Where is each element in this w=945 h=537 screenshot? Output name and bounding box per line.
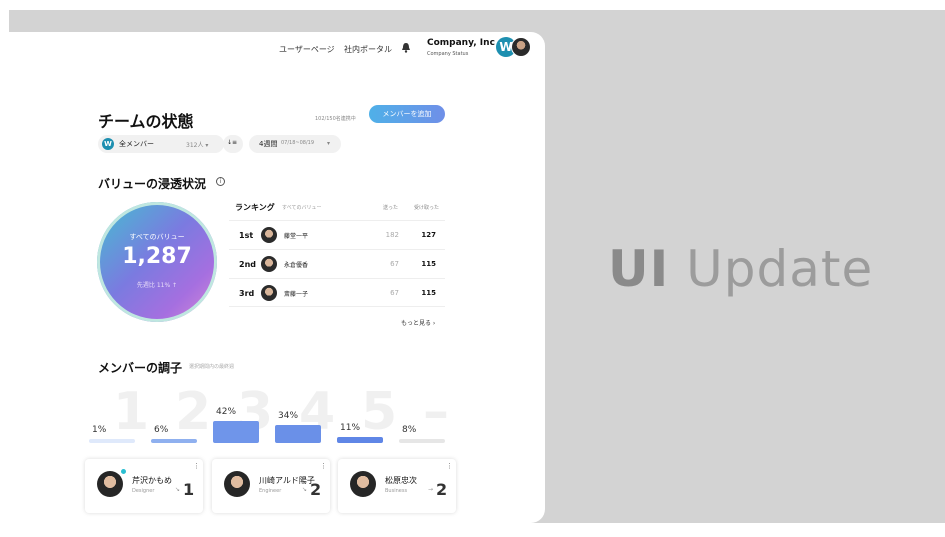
ranking-row[interactable]: 1st 藤堂一平 182 127	[229, 220, 445, 249]
condition-bar-label: 42%	[216, 407, 237, 417]
rank-position: 2nd	[239, 260, 256, 269]
ranking-row[interactable]: 3rd 斎藤一子 67 115	[229, 278, 445, 307]
member-score: 2	[310, 480, 322, 499]
status-dot	[119, 467, 128, 476]
avatar	[261, 256, 277, 272]
condition-bar-label: 8%	[402, 425, 417, 435]
user-avatar[interactable]	[511, 37, 531, 57]
company-status: Company Status	[427, 51, 469, 57]
circle-label: すべてのバリュー	[129, 233, 185, 241]
portal-link[interactable]: 社内ポータル	[344, 44, 392, 55]
condition-bar[interactable]	[337, 437, 383, 443]
condition-bar[interactable]	[151, 439, 197, 443]
condition-bar[interactable]	[89, 439, 135, 443]
avatar	[261, 227, 277, 243]
member-role: Business	[385, 488, 408, 494]
arrow-right-icon: ↘	[302, 486, 308, 493]
member-score: 1	[183, 480, 195, 499]
info-icon[interactable]: i	[216, 177, 225, 186]
value-total-circle[interactable]: すべてのバリュー 1,287 先週比 11% ↑	[97, 202, 217, 322]
rank-received: 115	[421, 260, 436, 268]
col-sent: 送った	[383, 205, 399, 211]
add-member-button[interactable]: メンバーを追加	[369, 105, 445, 123]
member-count: 312人 ▾	[186, 142, 209, 149]
condition-bar[interactable]	[213, 421, 259, 443]
rank-name: 藤堂一平	[284, 233, 309, 240]
user-page-link[interactable]: ユーザーページ	[279, 44, 335, 55]
rank-received: 127	[421, 231, 436, 239]
avatar	[261, 285, 277, 301]
condition-bar-label: 1%	[92, 425, 107, 435]
member-filter-label: 全メンバー	[119, 140, 154, 148]
circle-compare: 先週比 11% ↑	[136, 282, 178, 289]
condition-level-number: 2	[175, 382, 212, 442]
rank-position: 1st	[239, 231, 254, 240]
company-name[interactable]: Company, Inc	[427, 38, 495, 48]
period-filter[interactable]: 4週間 07/18~08/19 ▾	[249, 135, 341, 153]
avatar	[97, 471, 123, 497]
rank-sent: 182	[385, 231, 399, 239]
rank-name: 永倉優香	[284, 262, 309, 269]
rank-sent: 67	[390, 289, 399, 297]
more-vertical-icon[interactable]: ⋮	[320, 462, 327, 470]
condition-bar-label: 6%	[154, 425, 169, 435]
avatar	[350, 471, 376, 497]
page-title: チームの状態	[98, 112, 194, 131]
rank-name: 斎藤一子	[284, 291, 309, 298]
brand-bold: UI	[608, 240, 670, 298]
brand-rest: Update	[686, 240, 874, 298]
condition-note: 選択期間内の最終週	[189, 364, 235, 370]
avatar	[224, 471, 250, 497]
condition-bar[interactable]	[275, 425, 321, 443]
more-vertical-icon[interactable]: ⋮	[446, 462, 453, 470]
arrow-right-icon: →	[428, 486, 434, 493]
ranking-title: ランキング	[235, 203, 275, 212]
condition-section-title: メンバーの調子	[98, 361, 183, 375]
member-card[interactable]: 芹沢かもめ Designer ↘ 1 ⋮	[85, 459, 203, 513]
condition-bar-label: 34%	[278, 411, 299, 421]
member-name: 川崎アルド陽子	[259, 476, 315, 485]
condition-bar-label: 11%	[340, 423, 361, 433]
member-card[interactable]: 川崎アルド陽子 Engineer ↘ 2 ⋮	[212, 459, 330, 513]
more-link[interactable]: もっと見る ›	[401, 318, 435, 327]
rank-received: 115	[421, 289, 436, 297]
value-section-title: バリューの浸透状況	[98, 177, 207, 191]
sort-icon: ↓≡	[227, 139, 238, 146]
condition-level-number: 5	[361, 382, 398, 442]
bell-icon[interactable]	[401, 42, 411, 53]
circle-value: 1,287	[122, 244, 192, 269]
period-label: 4週間	[259, 140, 278, 148]
member-name: 松原忠次	[385, 476, 417, 485]
workspace-icon: W	[102, 138, 114, 150]
chevron-down-icon: ▾	[327, 140, 331, 147]
rank-position: 3rd	[239, 289, 255, 298]
condition-bar[interactable]	[399, 439, 445, 443]
condition-level-number: –	[423, 382, 449, 442]
ranking-row[interactable]: 2nd 永倉優香 67 115	[229, 249, 445, 278]
member-card[interactable]: 松原忠次 Business → 2 ⋮	[338, 459, 456, 513]
member-score: 2	[436, 480, 448, 499]
ranking-subtitle: すべてのバリュー	[282, 205, 322, 211]
member-role: Engineer	[259, 488, 282, 494]
member-name: 芹沢かもめ	[132, 476, 172, 485]
rank-sent: 67	[390, 260, 399, 268]
col-received: 受け取った	[414, 205, 440, 211]
member-filter[interactable]: W 全メンバー 312人 ▾	[98, 135, 224, 153]
dashboard-window: ユーザーページ 社内ポータル Company, Inc Company Stat…	[9, 32, 545, 523]
sort-button[interactable]: ↓≡	[223, 135, 243, 153]
ui-update-title: UI Update	[608, 240, 873, 298]
condition-level-number: 1	[113, 382, 150, 442]
member-capacity: 102/150名連携中	[315, 116, 356, 122]
arrow-right-icon: ↘	[175, 486, 181, 493]
member-role: Designer	[132, 488, 155, 494]
period-range: 07/18~08/19	[281, 140, 315, 146]
more-vertical-icon[interactable]: ⋮	[193, 462, 200, 470]
